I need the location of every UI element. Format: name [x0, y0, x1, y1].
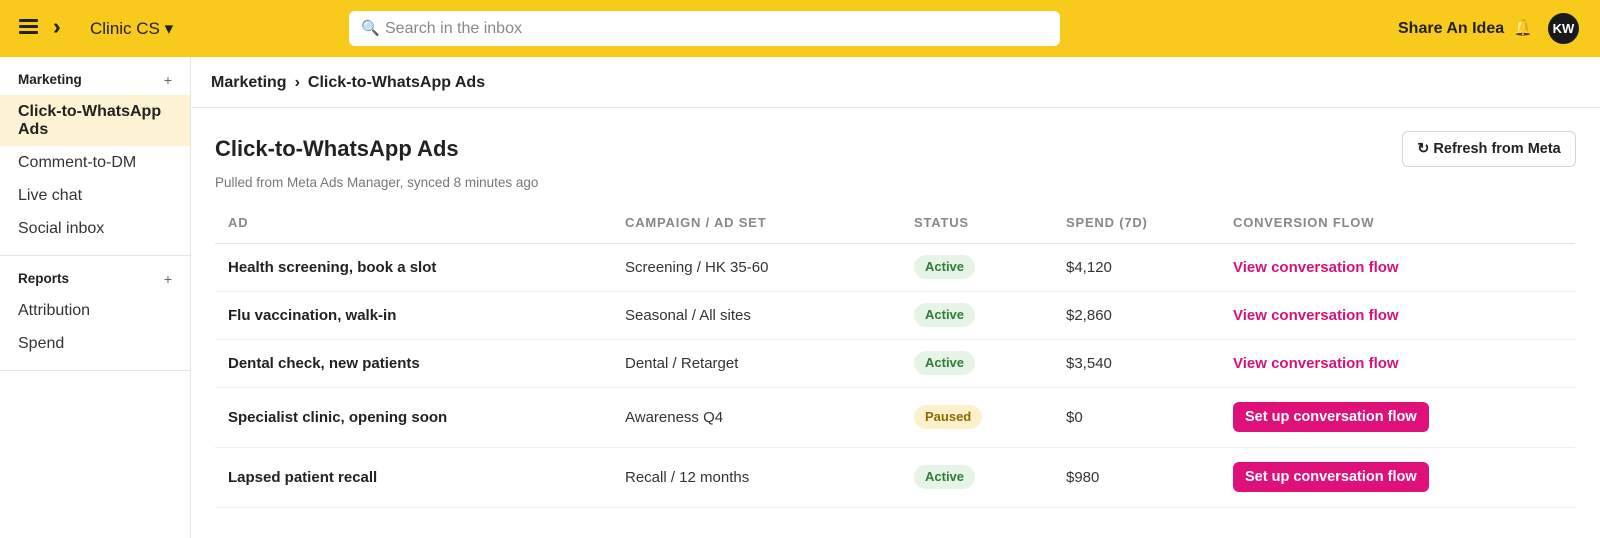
table-row[interactable]: Lapsed patient recall Recall / 12 months…	[215, 447, 1575, 508]
flow-cell: View conversation flow	[1233, 243, 1575, 292]
spend-value: $0	[1066, 387, 1233, 448]
bell-icon[interactable]: 🔔	[1513, 18, 1533, 38]
view-conversation-flow-link[interactable]: View conversation flow	[1233, 259, 1399, 276]
set-up-conversation-flow-button[interactable]: Set up conversation flow	[1233, 402, 1429, 432]
page-title: Click-to-WhatsApp Ads	[215, 136, 459, 161]
status-badge: Active	[914, 303, 976, 327]
refresh-from-meta-button[interactable]: ↻ Refresh from Meta	[1402, 131, 1576, 167]
status-badge: Active	[914, 465, 976, 489]
sidebar-section-reports: Reports + Attribution Spend	[0, 256, 190, 371]
refresh-label: Refresh from Meta	[1433, 141, 1561, 157]
set-up-conversation-flow-button[interactable]: Set up conversation flow	[1233, 462, 1429, 492]
sidebar-item-comment-to-dm[interactable]: Comment-to-DM	[0, 146, 190, 179]
breadcrumb-separator-icon: ›	[294, 74, 300, 91]
sidebar-item-attribution[interactable]: Attribution	[0, 294, 190, 327]
status-badge: Active	[914, 351, 976, 375]
share-idea-link[interactable]: Share An Idea	[1398, 19, 1504, 39]
column-header-ad[interactable]: AD	[215, 203, 625, 244]
table-row[interactable]: Specialist clinic, opening soon Awarenes…	[215, 387, 1575, 448]
status-badge: Paused	[914, 405, 983, 429]
campaign-name: Screening / HK 35-60	[625, 243, 914, 292]
status-cell: Active	[914, 291, 1066, 340]
flow-cell: View conversation flow	[1233, 291, 1575, 340]
search-input[interactable]	[385, 11, 1045, 46]
flow-cell: Set up conversation flow	[1233, 387, 1575, 448]
sidebar-section-title: Marketing +	[0, 65, 190, 95]
flow-cell: Set up conversation flow	[1233, 447, 1575, 508]
sync-status: Pulled from Meta Ads Manager, synced 8 m…	[215, 175, 539, 190]
spend-value: $4,120	[1066, 243, 1233, 292]
status-cell: Paused	[914, 387, 1066, 448]
table-row[interactable]: Dental check, new patients Dental / Reta…	[215, 339, 1575, 388]
breadcrumb-current: Click-to-WhatsApp Ads	[307, 74, 486, 91]
column-header-spend[interactable]: SPEND (7D)	[1066, 203, 1233, 244]
sidebar-section-marketing: Marketing + Click-to-WhatsApp Ads Commen…	[0, 57, 190, 256]
breadcrumb: Marketing › Click-to-WhatsApp Ads	[211, 73, 485, 93]
spend-value: $2,860	[1066, 291, 1233, 340]
sidebar-item-live-chat[interactable]: Live chat	[0, 179, 190, 212]
sidebar: Marketing + Click-to-WhatsApp Ads Commen…	[0, 57, 191, 538]
campaign-name: Awareness Q4	[625, 387, 914, 448]
sidebar-section-title: Reports +	[0, 264, 190, 294]
campaign-name: Dental / Retarget	[625, 339, 914, 388]
expand-sidebar-icon[interactable]: ››	[53, 14, 58, 40]
search-icon: 🔍	[361, 20, 380, 37]
workspace-switcher[interactable]: Clinic CS ▾	[90, 18, 173, 40]
status-cell: Active	[914, 339, 1066, 388]
spend-value: $980	[1066, 447, 1233, 508]
table-header-row: AD CAMPAIGN / AD SET STATUS SPEND (7D) C…	[215, 203, 1575, 244]
status-badge: Active	[914, 255, 976, 279]
flow-cell: View conversation flow	[1233, 339, 1575, 388]
table-row[interactable]: Health screening, book a slot Screening …	[215, 243, 1575, 292]
sidebar-item-social-inbox[interactable]: Social inbox	[0, 212, 190, 245]
sidebar-item-spend[interactable]: Spend	[0, 327, 190, 360]
add-icon[interactable]: +	[164, 264, 172, 294]
ad-name: Health screening, book a slot	[215, 243, 625, 292]
campaign-name: Seasonal / All sites	[625, 291, 914, 340]
column-header-conversion-flow[interactable]: CONVERSION FLOW	[1233, 203, 1575, 244]
ad-name: Lapsed patient recall	[215, 447, 625, 508]
refresh-icon: ↻	[1417, 141, 1430, 157]
avatar[interactable]: KW	[1548, 13, 1579, 44]
campaign-name: Recall / 12 months	[625, 447, 914, 508]
add-icon[interactable]: +	[164, 65, 172, 95]
breadcrumb-bar: Marketing › Click-to-WhatsApp Ads	[192, 57, 1600, 108]
sidebar-item-click-to-whatsapp-ads[interactable]: Click-to-WhatsApp Ads	[0, 95, 190, 146]
spend-value: $3,540	[1066, 339, 1233, 388]
ads-table: AD CAMPAIGN / AD SET STATUS SPEND (7D) C…	[215, 203, 1575, 508]
search-bar[interactable]: 🔍	[349, 11, 1060, 46]
ad-name: Flu vaccination, walk-in	[215, 291, 625, 340]
sidebar-section-label: Marketing	[18, 72, 82, 87]
view-conversation-flow-link[interactable]: View conversation flow	[1233, 355, 1399, 372]
table-row[interactable]: Flu vaccination, walk-in Seasonal / All …	[215, 291, 1575, 340]
ad-name: Specialist clinic, opening soon	[215, 387, 625, 448]
column-header-campaign[interactable]: CAMPAIGN / AD SET	[625, 203, 914, 244]
hamburger-menu-icon[interactable]	[18, 16, 40, 40]
sidebar-section-label: Reports	[18, 271, 70, 286]
column-header-status[interactable]: STATUS	[914, 203, 1066, 244]
status-cell: Active	[914, 447, 1066, 508]
breadcrumb-parent[interactable]: Marketing	[211, 74, 287, 91]
view-conversation-flow-link[interactable]: View conversation flow	[1233, 307, 1399, 324]
top-bar: ›› Clinic CS ▾ 🔍 Share An Idea 🔔 KW	[0, 0, 1600, 57]
status-cell: Active	[914, 243, 1066, 292]
ad-name: Dental check, new patients	[215, 339, 625, 388]
